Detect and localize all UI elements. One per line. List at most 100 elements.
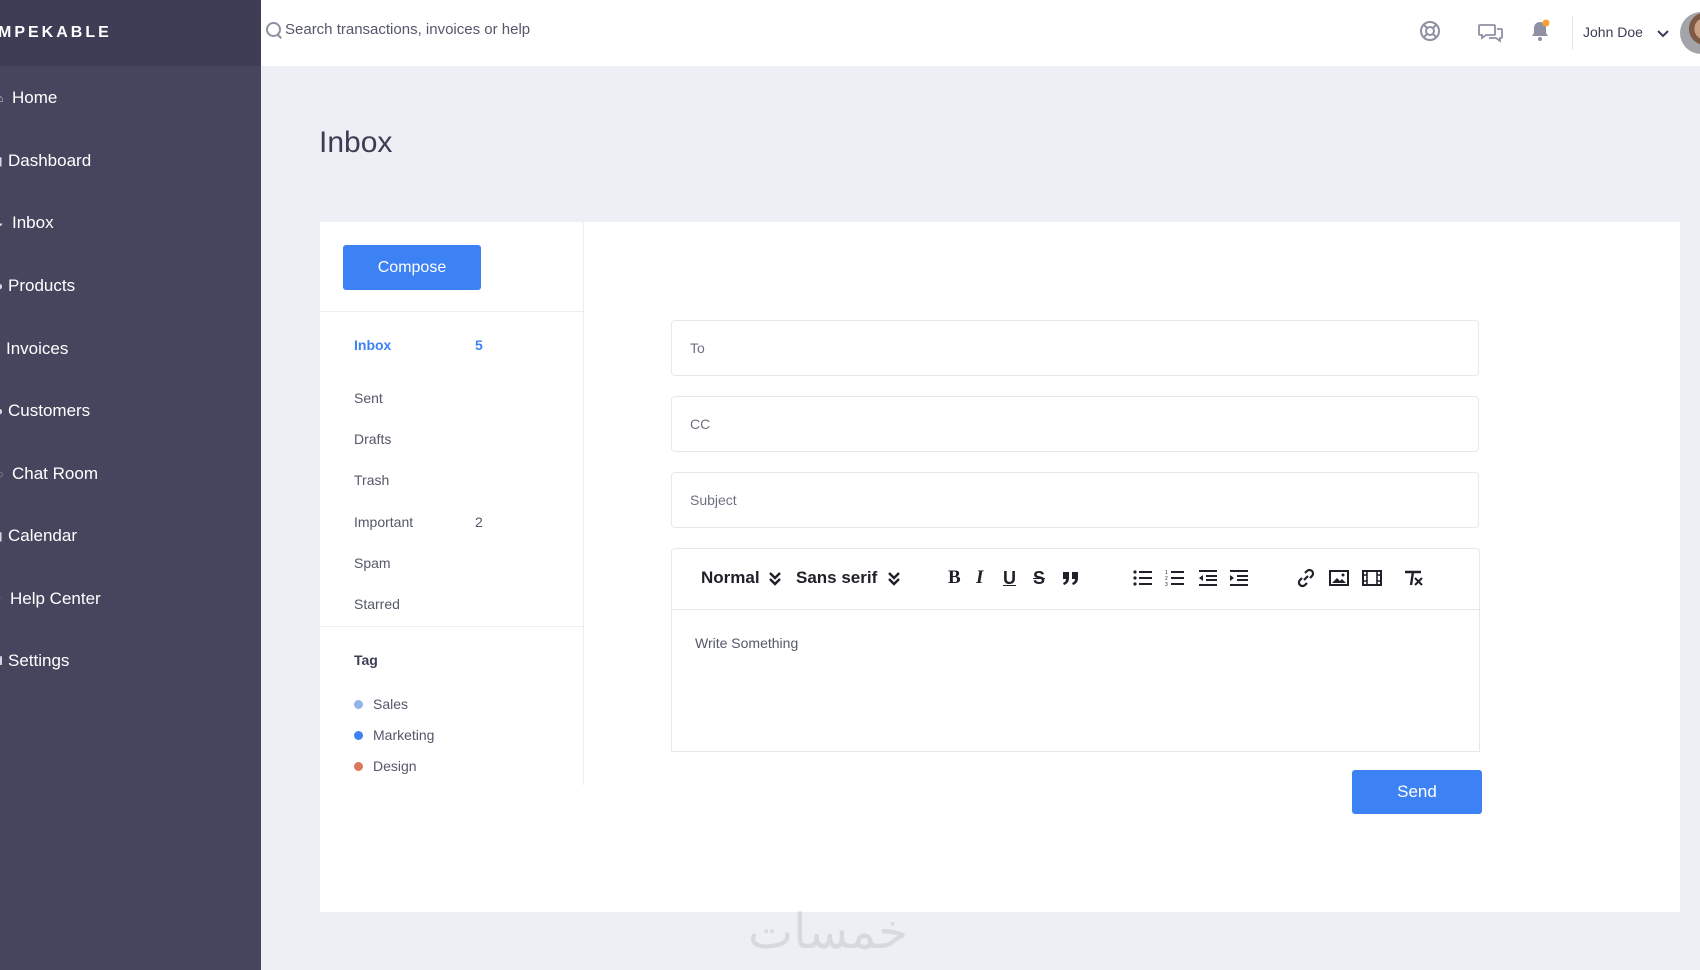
sidebar-item-home[interactable]: ⌂ Home bbox=[0, 88, 57, 108]
sidebar-item-label: Inbox bbox=[12, 213, 54, 232]
tag-marketing[interactable]: Marketing bbox=[354, 727, 434, 743]
products-icon: ● bbox=[0, 279, 2, 293]
tag-dot bbox=[354, 699, 363, 709]
folder-important[interactable]: Important 2 bbox=[354, 514, 514, 530]
folder-trash[interactable]: Trash bbox=[354, 472, 514, 488]
clear-format-icon[interactable] bbox=[1403, 567, 1425, 589]
editor-placeholder: Write Something bbox=[695, 635, 799, 651]
double-chevron-icon bbox=[768, 572, 781, 586]
sidebar-item-label: Home bbox=[12, 88, 58, 107]
outdent-icon[interactable] bbox=[1198, 567, 1218, 589]
sidebar-item-label: Help Center bbox=[10, 589, 101, 608]
folder-label: Drafts bbox=[354, 431, 392, 447]
sidebar-item-inbox[interactable]: ◒ Inbox bbox=[0, 213, 54, 233]
bell-icon[interactable] bbox=[1529, 19, 1553, 43]
subject-field bbox=[671, 472, 1479, 528]
lifebuoy-icon[interactable] bbox=[1419, 20, 1443, 44]
home-icon: ⌂ bbox=[0, 91, 6, 105]
brand-name: MPEKABLE bbox=[0, 24, 112, 41]
format-select[interactable]: Normal bbox=[701, 567, 782, 589]
search-bar bbox=[265, 20, 685, 38]
sidebar-item-label: Chat Room bbox=[12, 464, 98, 483]
chat-bubbles-icon[interactable] bbox=[1478, 22, 1503, 46]
folder-label: Trash bbox=[354, 472, 390, 488]
watermark: خمسات bbox=[748, 904, 909, 960]
tag-label: Marketing bbox=[373, 727, 435, 743]
folder-drafts[interactable]: Drafts bbox=[354, 431, 514, 447]
search-icon[interactable] bbox=[265, 20, 283, 38]
font-select[interactable]: Sans serif bbox=[796, 567, 901, 589]
sidebar-item-label: Calendar bbox=[8, 526, 77, 545]
tag-sales[interactable]: Sales bbox=[354, 696, 408, 712]
gear-icon: ✱ bbox=[0, 654, 2, 668]
topbar: John Doe bbox=[261, 0, 1700, 66]
sidebar-item-products[interactable]: ● Products bbox=[0, 276, 75, 296]
double-chevron-icon bbox=[888, 572, 901, 586]
format-select-value: Normal bbox=[701, 568, 760, 587]
folder-count: 2 bbox=[475, 514, 483, 530]
topbar-divider bbox=[1572, 16, 1573, 50]
indent-icon[interactable] bbox=[1229, 567, 1249, 589]
folder-sent[interactable]: Sent bbox=[354, 390, 514, 406]
sidebar-item-customers[interactable]: ● Customers bbox=[0, 401, 90, 421]
folder-label: Sent bbox=[354, 390, 383, 406]
sidebar: MPEKABLE ⌂ Home ▮ Dashboard ◒ Inbox ● Produc… bbox=[0, 0, 261, 970]
italic-icon[interactable]: I bbox=[976, 567, 983, 589]
editor-toolbar: Normal Sans serif B I U S 123 bbox=[671, 548, 1480, 609]
chart-icon: ▮ bbox=[0, 154, 2, 168]
divider bbox=[320, 626, 584, 627]
folder-count: 5 bbox=[475, 337, 483, 353]
calendar-icon: ▮ bbox=[0, 529, 2, 543]
quote-icon[interactable] bbox=[1061, 567, 1081, 589]
chat-icon: ◌ bbox=[0, 467, 6, 481]
sidebar-item-settings[interactable]: ✱ Settings bbox=[0, 651, 69, 671]
tags-title: Tag bbox=[354, 652, 378, 668]
folder-label: Spam bbox=[354, 555, 391, 571]
compose-button[interactable]: Compose bbox=[343, 245, 481, 290]
bold-icon[interactable]: B bbox=[948, 567, 961, 589]
tag-dot bbox=[354, 761, 363, 771]
link-icon[interactable] bbox=[1296, 567, 1316, 589]
folder-label: Inbox bbox=[354, 337, 392, 353]
sidebar-item-label: Products bbox=[8, 276, 76, 295]
tag-label: Sales bbox=[373, 696, 409, 712]
message-editor[interactable]: Write Something bbox=[671, 609, 1480, 752]
folder-label: Starred bbox=[354, 596, 400, 612]
avatar[interactable] bbox=[1680, 12, 1700, 54]
search-input[interactable] bbox=[285, 20, 685, 38]
mail-sidebar: Compose Inbox 5 Sent Drafts Trash Importa… bbox=[320, 222, 584, 785]
chevron-down-icon[interactable] bbox=[1656, 26, 1670, 40]
subject-input[interactable] bbox=[672, 473, 1478, 527]
user-name[interactable]: John Doe bbox=[1583, 24, 1643, 40]
sidebar-item-invoices[interactable]: ▍Invoices bbox=[0, 339, 68, 359]
strikethrough-icon[interactable]: S bbox=[1033, 567, 1045, 589]
bullet-list-icon[interactable] bbox=[1133, 567, 1153, 589]
sidebar-item-dashboard[interactable]: ▮ Dashboard bbox=[0, 151, 91, 171]
tag-dot bbox=[354, 730, 363, 740]
folder-inbox[interactable]: Inbox 5 bbox=[354, 337, 514, 353]
sidebar-item-help-center[interactable]: ◐ Help Center bbox=[0, 589, 101, 609]
folder-starred[interactable]: Starred bbox=[354, 596, 514, 612]
image-icon[interactable] bbox=[1329, 567, 1349, 589]
page-title: Inbox bbox=[319, 126, 393, 159]
sidebar-item-calendar[interactable]: ▮ Calendar bbox=[0, 526, 77, 546]
folder-label: Important bbox=[354, 514, 414, 530]
send-button[interactable]: Send bbox=[1352, 770, 1482, 814]
cc-field bbox=[671, 396, 1479, 452]
font-select-value: Sans serif bbox=[796, 568, 878, 587]
sidebar-item-label: Dashboard bbox=[8, 151, 92, 170]
cc-input[interactable] bbox=[672, 397, 1478, 451]
folder-spam[interactable]: Spam bbox=[354, 555, 514, 571]
to-input[interactable] bbox=[672, 321, 1478, 375]
brand-logo[interactable]: MPEKABLE bbox=[0, 0, 261, 66]
ordered-list-icon[interactable]: 123 bbox=[1165, 567, 1185, 589]
sidebar-item-label: Customers bbox=[8, 401, 91, 420]
video-icon[interactable] bbox=[1362, 567, 1382, 589]
user-icon: ● bbox=[0, 404, 2, 418]
tag-design[interactable]: Design bbox=[354, 758, 417, 774]
svg-text:3: 3 bbox=[1165, 582, 1168, 587]
underline-icon[interactable]: U bbox=[1003, 567, 1016, 589]
sidebar-item-chat-room[interactable]: ◌ Chat Room bbox=[0, 464, 98, 484]
tag-label: Design bbox=[373, 758, 417, 774]
divider bbox=[320, 311, 584, 312]
